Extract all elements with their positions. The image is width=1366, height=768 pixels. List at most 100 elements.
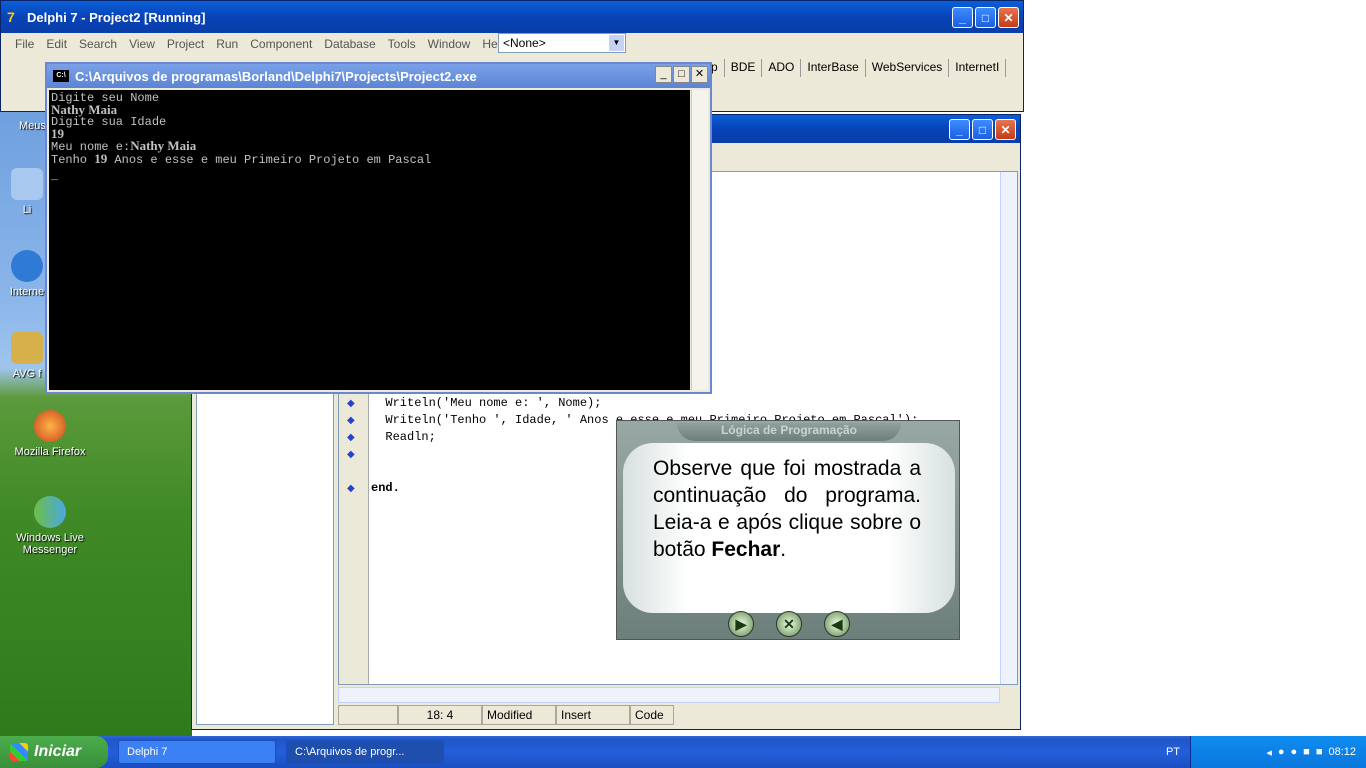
chevron-down-icon[interactable]: ▼ [609, 35, 624, 51]
console-line: Meu nome e:Nathy Maia [51, 138, 688, 154]
next-button[interactable]: ▶ [728, 611, 754, 637]
menu-file[interactable]: File [9, 37, 40, 51]
tray-icon[interactable]: ■ [1316, 746, 1323, 758]
tray-icon[interactable]: ● [1278, 746, 1285, 758]
firefox-icon [34, 410, 66, 442]
delphi-logo-icon: 7 [7, 9, 15, 25]
breakpoint-dot[interactable]: ◆ [347, 449, 355, 460]
previous-button[interactable]: ◀ [824, 611, 850, 637]
tutorial-dialog: Lógica de Programação Observe que foi mo… [616, 420, 960, 640]
internet-explorer-icon [11, 250, 43, 282]
menu-edit[interactable]: Edit [40, 37, 73, 51]
maximize-button[interactable]: □ [975, 7, 996, 28]
minimize-button[interactable]: _ [949, 119, 970, 140]
menu-run[interactable]: Run [210, 37, 244, 51]
start-button[interactable]: Iniciar [0, 736, 108, 768]
taskbar: Iniciar Delphi 7 C:\Arquivos de progr...… [0, 736, 1366, 768]
palette-tab-bde[interactable]: BDE [725, 59, 763, 77]
minimize-button[interactable]: _ [952, 7, 973, 28]
close-button[interactable]: ✕ [998, 7, 1019, 28]
console-icon: C:\ [53, 70, 69, 82]
desktop-icon-label: Interne [9, 286, 45, 298]
console-text: Anos e esse e meu Primeiro Projeto em Pa… [107, 153, 432, 167]
code-line: end. [371, 481, 400, 495]
tab-code[interactable]: Code [630, 705, 674, 725]
editor-vertical-scrollbar[interactable] [1000, 172, 1017, 684]
messenger-icon [34, 496, 66, 528]
clock[interactable]: 08:12 [1328, 746, 1356, 758]
editor-horizontal-scrollbar[interactable] [338, 687, 1000, 703]
tutorial-body: Observe que foi mostrada a continuação d… [623, 443, 955, 613]
insert-mode-status: Insert [556, 705, 630, 725]
desktop-icon-label: Windows Live Messenger [16, 532, 84, 556]
console-output[interactable]: Digite seu Nome Nathy Maia Digite sua Id… [49, 90, 690, 390]
palette-tab-ado[interactable]: ADO [762, 59, 802, 77]
cursor-position: 18: 4 [398, 705, 482, 725]
menu-project[interactable]: Project [161, 37, 210, 51]
console-title: C:\Arquivos de programas\Borland\Delphi7… [75, 68, 477, 84]
start-label: Iniciar [34, 743, 82, 760]
palette-tab-internet[interactable]: InternetI [949, 59, 1007, 77]
tutorial-text-end: . [780, 538, 787, 561]
tutorial-text-bold: Fechar [711, 538, 781, 561]
menu-tools[interactable]: Tools [382, 37, 422, 51]
taskbar-item-label: C:\Arquivos de progr... [295, 746, 405, 758]
maximize-button[interactable]: □ [673, 66, 690, 83]
taskbar-item-console[interactable]: C:\Arquivos de progr... [286, 740, 444, 764]
breakpoint-dot[interactable]: ◆ [347, 415, 355, 426]
console-line: Digite seu Nome [51, 91, 160, 105]
desktop-icon-label: AVG f [12, 368, 42, 380]
editor-status-bar: 18: 4 Modified Insert Code [338, 705, 1018, 727]
menu-window[interactable]: Window [422, 37, 477, 51]
console-scrollbar[interactable] [691, 90, 708, 390]
close-button[interactable]: ✕ [995, 119, 1016, 140]
palette-tab-webservices[interactable]: WebServices [866, 59, 950, 77]
menu-database[interactable]: Database [318, 37, 381, 51]
desktop-icon-label: Li [22, 204, 32, 216]
console-line: Tenho 19 Anos e esse e meu Primeiro Proj… [51, 151, 688, 167]
desktop-icon-firefox[interactable]: Mozilla Firefox [2, 410, 98, 458]
menu-search[interactable]: Search [73, 37, 123, 51]
console-text: Tenho [51, 153, 88, 167]
console-text: Nathy Maia [130, 138, 197, 153]
menu-view[interactable]: View [123, 37, 161, 51]
status-empty [338, 705, 398, 725]
tray-icon[interactable]: ● [1291, 746, 1298, 758]
console-cursor: _ [51, 169, 59, 183]
component-palette-tabs: p BDE ADO InterBase WebServices Internet… [705, 59, 1007, 77]
maximize-button[interactable]: □ [972, 119, 993, 140]
breakpoint-dot[interactable]: ◆ [347, 432, 355, 443]
console-text: Meu nome e: [51, 140, 131, 154]
console-text: 19 [94, 151, 108, 166]
tray-icon[interactable]: ■ [1303, 746, 1310, 758]
breakpoint-dot[interactable]: ◆ [347, 483, 355, 494]
minimize-button[interactable]: _ [655, 66, 672, 83]
taskbar-item-delphi[interactable]: Delphi 7 [118, 740, 276, 764]
desktop-layout-combo[interactable]: <None> ▼ [498, 33, 626, 53]
desktop-icon-label: Mozilla Firefox [14, 446, 86, 458]
system-tray: ◂ ● ● ■ ■ 08:12 [1190, 736, 1366, 768]
combo-value: <None> [503, 36, 546, 50]
close-button[interactable]: ✕ [691, 66, 708, 83]
desktop-icon-messenger[interactable]: Windows Live Messenger [2, 496, 98, 556]
close-tutorial-button[interactable]: ✕ [776, 611, 802, 637]
app-icon [11, 168, 43, 200]
code-line: Readln; [371, 430, 436, 444]
avg-icon [11, 332, 43, 364]
title-bar: 7 Delphi 7 - Project2 [Running] [1, 1, 1023, 33]
tutorial-text-main: Observe que foi mostrada a continuação d… [653, 457, 921, 561]
editor-window-controls: _ □ ✕ [949, 119, 1016, 140]
code-line: Writeln('Meu nome e: ', Nome); [371, 396, 602, 410]
console-title-bar: C:\ C:\Arquivos de programas\Borland\Del… [47, 64, 710, 88]
tutorial-title: Lógica de Programação [677, 423, 901, 441]
language-indicator[interactable]: PT [1166, 746, 1180, 758]
tray-icon[interactable]: ◂ [1266, 746, 1272, 759]
console-line: Digite sua Idade [51, 115, 167, 129]
console-window-controls: _ □ ✕ [655, 66, 708, 83]
breakpoint-dot[interactable]: ◆ [347, 398, 355, 409]
menu-component[interactable]: Component [244, 37, 318, 51]
palette-tab-interbase[interactable]: InterBase [801, 59, 866, 77]
window-title: Delphi 7 - Project2 [Running] [27, 9, 206, 25]
tutorial-controls: ▶ ✕ ◀ [717, 611, 861, 637]
modified-status: Modified [482, 705, 556, 725]
